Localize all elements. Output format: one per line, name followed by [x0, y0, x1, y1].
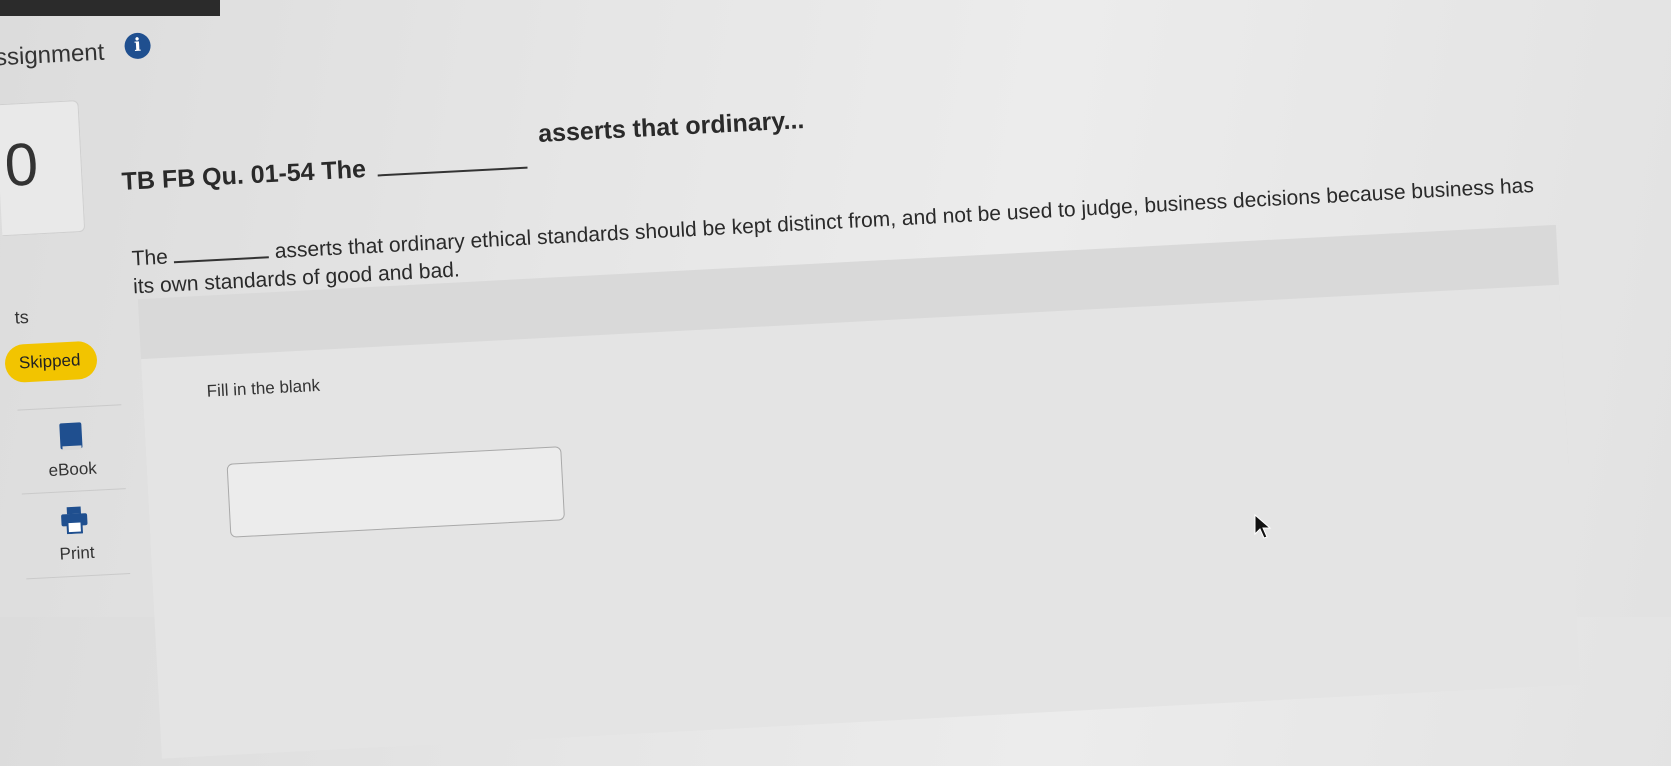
question-body-prefix: The — [131, 245, 169, 271]
body-blank — [174, 256, 270, 264]
score-value: 0 — [2, 130, 40, 199]
mouse-cursor-icon — [1254, 514, 1272, 539]
print-button[interactable]: Print — [21, 488, 131, 580]
points-label: ts — [14, 306, 30, 328]
print-label: Print — [59, 542, 96, 564]
page-title: ssignment — [0, 38, 105, 72]
ebook-label: eBook — [48, 458, 98, 481]
question-title-prefix: TB FB Qu. 01-54 The — [120, 155, 367, 196]
printer-icon — [61, 506, 88, 535]
question-title: TB FB Qu. 01-54 The asserts that ordinary… — [120, 106, 806, 197]
score-box: 0 — [0, 100, 86, 237]
title-blank — [378, 166, 529, 177]
info-icon[interactable]: i — [123, 32, 152, 60]
assignment-view: ssignment i 0 ts Skipped eBook Print TB … — [0, 0, 1671, 759]
status-badge: Skipped — [4, 340, 98, 384]
book-icon — [59, 422, 83, 451]
question-title-suffix: asserts that ordinary... — [537, 106, 805, 148]
ebook-button[interactable]: eBook — [17, 404, 126, 495]
